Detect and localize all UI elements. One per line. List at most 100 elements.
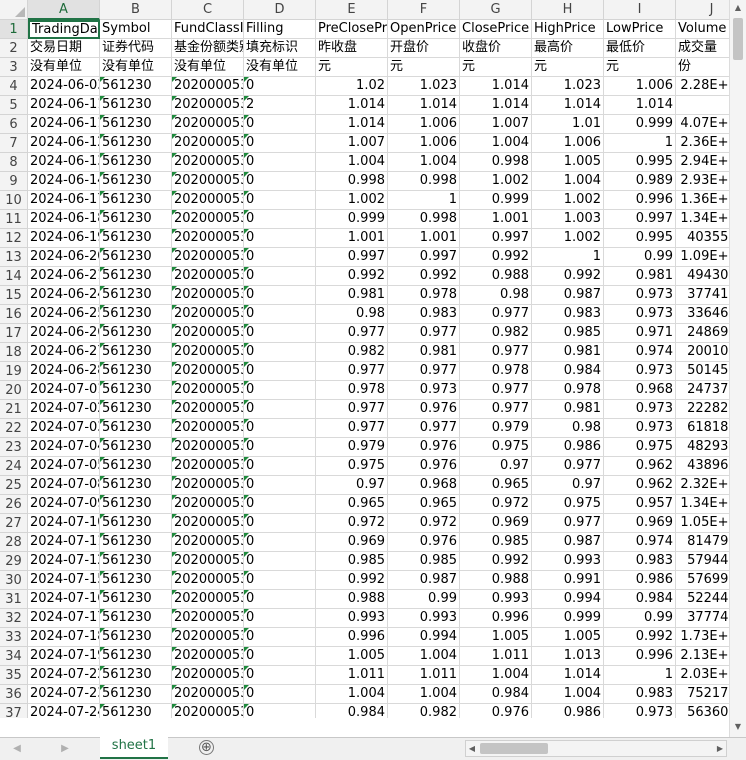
- cell-j27[interactable]: 1.05E+07: [676, 514, 729, 533]
- cell-f33[interactable]: 0.994: [388, 628, 460, 647]
- cell-j28[interactable]: 8147950: [676, 533, 729, 552]
- cell-b16[interactable]: 561230: [100, 305, 172, 324]
- cell-c19[interactable]: 20200005330: [172, 362, 244, 381]
- row-header-22[interactable]: 22: [0, 419, 28, 438]
- cell-d17[interactable]: 0: [244, 324, 316, 343]
- cell-b9[interactable]: 561230: [100, 172, 172, 191]
- cell-d18[interactable]: 0: [244, 343, 316, 362]
- cell-a34[interactable]: 2024-07-19: [28, 647, 100, 666]
- cell-h23[interactable]: 0.986: [532, 438, 604, 457]
- cell-f36[interactable]: 1.004: [388, 685, 460, 704]
- cell-j3[interactable]: 份: [676, 58, 729, 77]
- cell-b28[interactable]: 561230: [100, 533, 172, 552]
- cell-d13[interactable]: 0: [244, 248, 316, 267]
- cell-c3[interactable]: 没有单位: [172, 58, 244, 77]
- cell-f6[interactable]: 1.006: [388, 115, 460, 134]
- row-header-14[interactable]: 14: [0, 267, 28, 286]
- column-header-g[interactable]: G: [460, 0, 532, 20]
- cell-a20[interactable]: 2024-07-01: [28, 381, 100, 400]
- cell-j32[interactable]: 3777400: [676, 609, 729, 628]
- cell-e31[interactable]: 0.988: [316, 590, 388, 609]
- cell-j4[interactable]: 2.28E+07: [676, 77, 729, 96]
- cell-i35[interactable]: 1: [604, 666, 676, 685]
- cell-d35[interactable]: 0: [244, 666, 316, 685]
- cell-a17[interactable]: 2024-06-26: [28, 324, 100, 343]
- cell-a4[interactable]: 2024-06-03: [28, 77, 100, 96]
- cell-j12[interactable]: 4035520: [676, 229, 729, 248]
- cell-f14[interactable]: 0.992: [388, 267, 460, 286]
- row-header-28[interactable]: 28: [0, 533, 28, 552]
- cell-f12[interactable]: 1.001: [388, 229, 460, 248]
- cell-c13[interactable]: 20200005330: [172, 248, 244, 267]
- cell-g3[interactable]: 元: [460, 58, 532, 77]
- cell-b11[interactable]: 561230: [100, 210, 172, 229]
- cell-a12[interactable]: 2024-06-19: [28, 229, 100, 248]
- arrow-up-icon[interactable]: ▲: [730, 0, 746, 16]
- cell-d23[interactable]: 0: [244, 438, 316, 457]
- cell-j17[interactable]: 2486950: [676, 324, 729, 343]
- cell-a15[interactable]: 2024-06-24: [28, 286, 100, 305]
- cell-g23[interactable]: 0.975: [460, 438, 532, 457]
- row-header-30[interactable]: 30: [0, 571, 28, 590]
- cell-c9[interactable]: 20200005330: [172, 172, 244, 191]
- cell-c33[interactable]: 20200005330: [172, 628, 244, 647]
- row-header-32[interactable]: 32: [0, 609, 28, 628]
- cell-d19[interactable]: 0: [244, 362, 316, 381]
- cell-c32[interactable]: 20200005330: [172, 609, 244, 628]
- cell-j34[interactable]: 2.13E+07: [676, 647, 729, 666]
- row-header-36[interactable]: 36: [0, 685, 28, 704]
- row-header-6[interactable]: 6: [0, 115, 28, 134]
- cell-g9[interactable]: 1.002: [460, 172, 532, 191]
- cell-a16[interactable]: 2024-06-25: [28, 305, 100, 324]
- cell-c24[interactable]: 20200005330: [172, 457, 244, 476]
- horizontal-scrollbar[interactable]: ◀ ▶: [465, 740, 727, 757]
- cell-h10[interactable]: 1.002: [532, 191, 604, 210]
- cell-c18[interactable]: 20200005330: [172, 343, 244, 362]
- cell-d27[interactable]: 0: [244, 514, 316, 533]
- cell-j18[interactable]: 2001010: [676, 343, 729, 362]
- arrow-left-icon[interactable]: ◀: [466, 741, 478, 756]
- cell-i11[interactable]: 0.997: [604, 210, 676, 229]
- cell-g33[interactable]: 1.005: [460, 628, 532, 647]
- cell-i13[interactable]: 0.99: [604, 248, 676, 267]
- cell-i23[interactable]: 0.975: [604, 438, 676, 457]
- chevron-right-icon[interactable]: ▶: [58, 741, 72, 757]
- arrow-right-icon[interactable]: ▶: [714, 741, 726, 756]
- cell-a6[interactable]: 2024-06-11: [28, 115, 100, 134]
- row-header-21[interactable]: 21: [0, 400, 28, 419]
- cell-e7[interactable]: 1.007: [316, 134, 388, 153]
- cell-i29[interactable]: 0.983: [604, 552, 676, 571]
- cell-j13[interactable]: 1.09E+07: [676, 248, 729, 267]
- cell-g8[interactable]: 0.998: [460, 153, 532, 172]
- cell-b13[interactable]: 561230: [100, 248, 172, 267]
- cell-f11[interactable]: 0.998: [388, 210, 460, 229]
- cell-c36[interactable]: 20200005330: [172, 685, 244, 704]
- cell-e12[interactable]: 1.001: [316, 229, 388, 248]
- cell-f24[interactable]: 0.976: [388, 457, 460, 476]
- cell-a33[interactable]: 2024-07-18: [28, 628, 100, 647]
- cell-f8[interactable]: 1.004: [388, 153, 460, 172]
- cell-e30[interactable]: 0.992: [316, 571, 388, 590]
- cell-i24[interactable]: 0.962: [604, 457, 676, 476]
- cell-c29[interactable]: 20200005330: [172, 552, 244, 571]
- cell-g34[interactable]: 1.011: [460, 647, 532, 666]
- cell-e22[interactable]: 0.977: [316, 419, 388, 438]
- cell-b34[interactable]: 561230: [100, 647, 172, 666]
- cell-c1[interactable]: FundClassID: [172, 20, 244, 39]
- cell-j31[interactable]: 5224470: [676, 590, 729, 609]
- cell-i2[interactable]: 最低价: [604, 39, 676, 58]
- column-header-i[interactable]: I: [604, 0, 676, 20]
- cell-g16[interactable]: 0.977: [460, 305, 532, 324]
- cell-e8[interactable]: 1.004: [316, 153, 388, 172]
- cell-i31[interactable]: 0.984: [604, 590, 676, 609]
- cell-b18[interactable]: 561230: [100, 343, 172, 362]
- cell-a32[interactable]: 2024-07-17: [28, 609, 100, 628]
- row-header-10[interactable]: 10: [0, 191, 28, 210]
- cell-b10[interactable]: 561230: [100, 191, 172, 210]
- cell-g1[interactable]: ClosePrice: [460, 20, 532, 39]
- cell-b1[interactable]: Symbol: [100, 20, 172, 39]
- column-header-f[interactable]: F: [388, 0, 460, 20]
- cell-e27[interactable]: 0.972: [316, 514, 388, 533]
- vertical-scroll-thumb[interactable]: [733, 18, 743, 60]
- cell-f34[interactable]: 1.004: [388, 647, 460, 666]
